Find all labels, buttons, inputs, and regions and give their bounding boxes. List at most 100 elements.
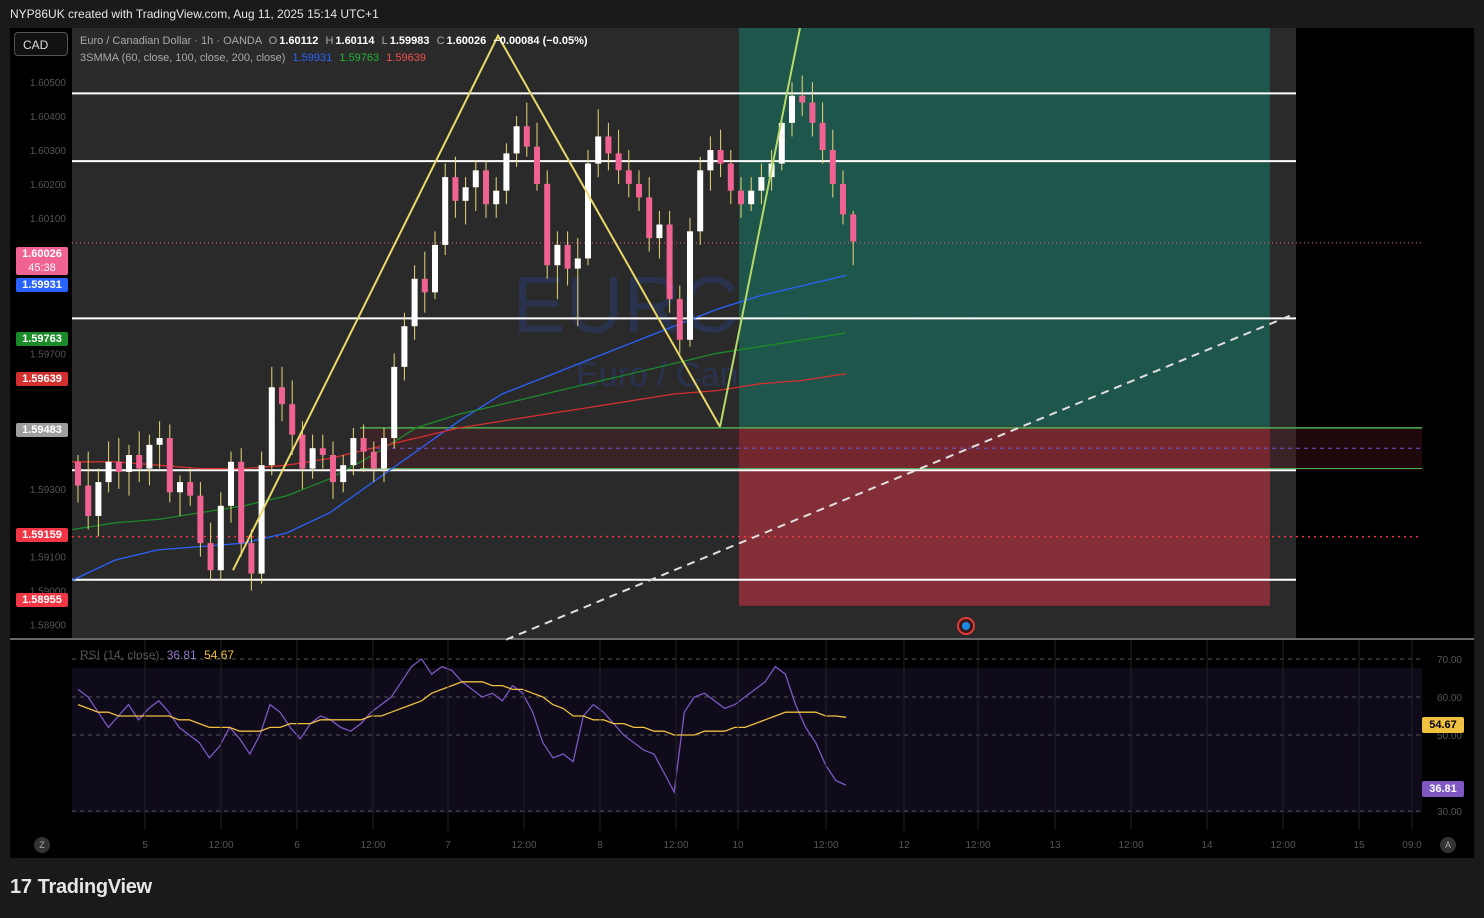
candle-body-14 <box>217 505 224 571</box>
ma-name: 3SMMA (60, close, 100, close, 200, close… <box>80 52 286 64</box>
legend-symbol: Euro / Canadian Dollar · 1h · OANDA <box>80 35 262 47</box>
candle-body-20 <box>279 387 285 405</box>
rsi-name: RSI (14, close) <box>80 648 160 662</box>
symbol-legend: Euro / Canadian Dollar · 1h · OANDA O 1.6… <box>80 35 588 47</box>
ma200-value: 1.59639 <box>386 52 426 64</box>
x-tick-label: 12:00 <box>1118 840 1143 851</box>
legend-low: 1.59983 <box>389 35 430 47</box>
candle-body-44 <box>523 126 530 147</box>
auto-scale-button[interactable]: A <box>1440 837 1456 853</box>
candle-body-21 <box>289 404 296 435</box>
candle-body-27 <box>350 438 357 466</box>
candle-body-19 <box>268 387 275 466</box>
x-tick-label: 7 <box>445 840 451 851</box>
chart-canvas[interactable]: EURCAD, 1hEuro / Canadian Dollar1.606001… <box>0 0 1484 918</box>
candle-body-41 <box>493 190 500 205</box>
candle-body-1 <box>85 485 92 516</box>
currency-button[interactable]: CAD <box>14 32 68 56</box>
price-label: 1.59639 <box>16 372 68 386</box>
candle-body-10 <box>177 482 183 493</box>
candle-body-6 <box>136 455 143 469</box>
candle-body-26 <box>340 465 347 483</box>
rsi-tick-label: 30.00 <box>1437 807 1462 818</box>
x-tick-label: 12:00 <box>208 840 233 851</box>
candle-body-59 <box>676 299 683 340</box>
x-tick-label: 5 <box>142 840 148 851</box>
candle-body-72 <box>809 102 816 123</box>
x-tick-label: 12:00 <box>965 840 990 851</box>
candle-body-45 <box>534 146 540 184</box>
take-profit-zone <box>739 28 1270 427</box>
candle-body-42 <box>503 153 510 191</box>
price-label-value: 1.59931 <box>22 279 62 291</box>
candle-body-76 <box>850 214 857 242</box>
candle-body-67 <box>758 177 765 191</box>
candle-body-56 <box>646 197 653 239</box>
candle-body-24 <box>319 448 326 455</box>
legend-close: 1.60026 <box>446 35 487 47</box>
candle-body-52 <box>605 136 612 154</box>
candle-body-75 <box>840 183 846 215</box>
price-label: 1.59159 <box>16 528 68 542</box>
x-tick-label: 12 <box>898 840 910 851</box>
candle-body-9 <box>166 438 173 493</box>
zoom-z-button[interactable]: Z <box>34 837 50 853</box>
price-label-value: 1.58955 <box>22 594 62 606</box>
candle-body-51 <box>595 136 602 164</box>
candle-body-43 <box>513 126 520 154</box>
x-tick-label: 15 <box>1353 840 1365 851</box>
rsi-value: 36.81 <box>166 648 197 662</box>
candle-body-15 <box>228 461 234 506</box>
candle-body-30 <box>381 438 387 469</box>
price-label-value: 1.60026 <box>22 248 62 260</box>
x-tick-label: 8 <box>597 840 603 851</box>
x-tick-label: 12:00 <box>813 840 838 851</box>
candle-body-12 <box>197 495 204 544</box>
candle-body-23 <box>309 448 316 469</box>
candle-body-32 <box>401 326 408 367</box>
candle-body-33 <box>411 278 418 327</box>
candle-body-64 <box>727 163 734 191</box>
rsi-tick-label: 70.00 <box>1437 655 1462 666</box>
legend-high: 1.60114 <box>335 35 375 47</box>
price-label: 1.58955 <box>16 593 68 607</box>
candle-body-70 <box>789 95 795 123</box>
rsi-value-label: 36.81 <box>1422 781 1464 797</box>
candle-body-61 <box>697 170 704 232</box>
candle-body-37 <box>452 177 459 201</box>
x-tick-label: 6 <box>294 840 300 851</box>
candle-body-7 <box>146 444 153 469</box>
candle-body-60 <box>687 231 693 340</box>
y-tick-label: 1.58900 <box>30 620 67 631</box>
rsi-legend: RSI (14, close) 36.81 54.67 <box>80 648 234 662</box>
x-tick-label: 13 <box>1049 840 1061 851</box>
demand-zone <box>360 427 1422 471</box>
event-marker-dot <box>962 622 970 630</box>
candle-body-55 <box>636 183 642 198</box>
candle-body-18 <box>258 465 265 574</box>
candle-body-73 <box>819 122 826 150</box>
y-tick-label: 1.59300 <box>30 485 67 496</box>
candle-body-50 <box>585 163 591 259</box>
rsi-value-label: 54.67 <box>1422 717 1464 733</box>
rsi-pane-bg <box>72 668 1422 813</box>
candle-body-11 <box>187 482 194 496</box>
candle-body-49 <box>574 258 581 269</box>
price-label: 1.59931 <box>16 278 68 292</box>
x-tick-label: 12:00 <box>1270 840 1295 851</box>
y-tick-label: 1.59100 <box>30 553 67 564</box>
price-label-value: 1.59159 <box>22 529 62 541</box>
candle-body-74 <box>829 150 836 184</box>
x-tick-label: 12:00 <box>511 840 536 851</box>
candle-body-0 <box>75 461 81 486</box>
price-label-value: 1.59483 <box>22 424 62 436</box>
candle-body-2 <box>95 482 102 516</box>
y-tick-label: 1.60200 <box>30 180 67 191</box>
candle-body-4 <box>115 461 122 472</box>
y-tick-label: 1.60100 <box>30 214 67 225</box>
rsi-ma-value: 54.67 <box>204 648 235 662</box>
candle-body-48 <box>564 244 571 269</box>
candle-body-28 <box>360 438 367 452</box>
candle-body-65 <box>738 190 744 205</box>
candle-body-25 <box>330 455 336 483</box>
